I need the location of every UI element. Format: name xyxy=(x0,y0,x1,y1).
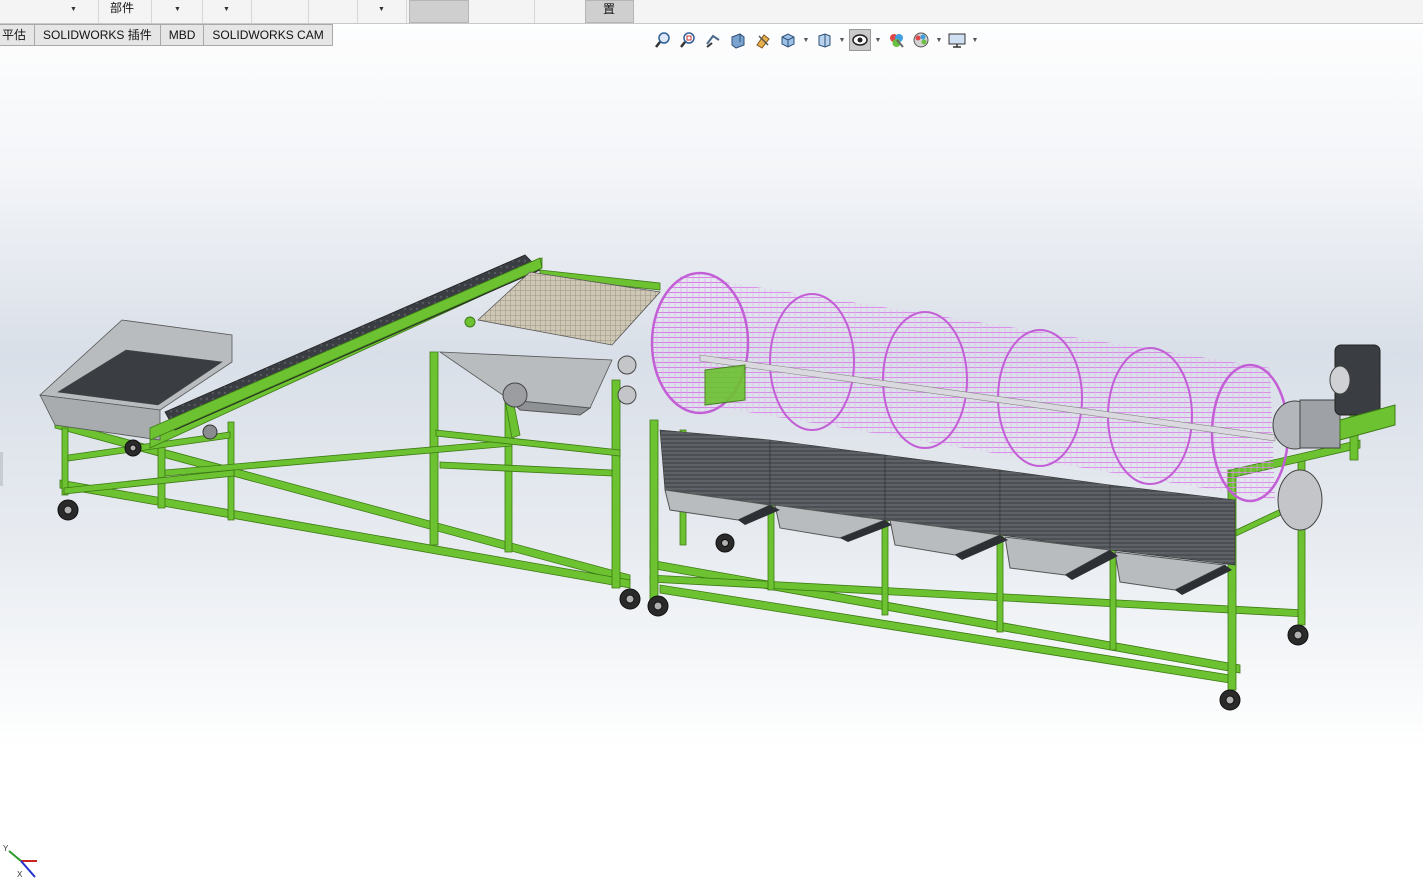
triad-y-label: Y xyxy=(3,844,9,853)
triad-x-label: X xyxy=(17,870,23,879)
graphics-area[interactable] xyxy=(0,0,1423,882)
reference-triad: Y X xyxy=(3,844,37,879)
drive-motor[interactable] xyxy=(1272,344,1396,531)
